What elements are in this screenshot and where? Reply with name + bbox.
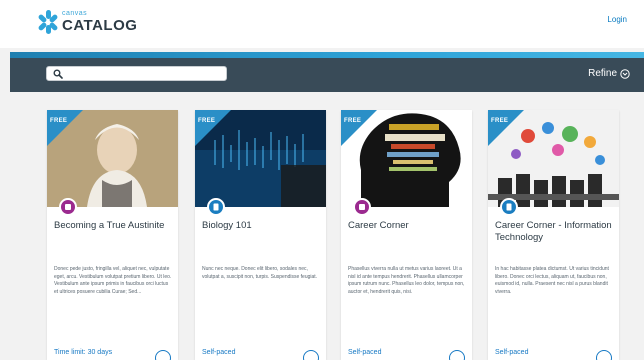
- refine-label: Refine: [588, 68, 617, 79]
- chevron-right-icon[interactable]: [155, 350, 171, 360]
- course-enrollment-info: Self-paced: [202, 349, 236, 356]
- course-description: Nunc nec neque. Donec elit libero, sodal…: [202, 266, 318, 280]
- course-type-icon: [59, 198, 77, 216]
- search-input[interactable]: [65, 68, 223, 80]
- header: canvas CATALOG Login: [0, 0, 644, 48]
- course-enrollment-info: Time limit: 30 days: [54, 349, 113, 356]
- course-description: In hac habitasse platea dictumst. Ut var…: [495, 266, 609, 295]
- search-field[interactable]: [46, 66, 227, 81]
- course-enrollment-info: Self-paced: [348, 349, 382, 356]
- course-enrollment-info: Self-paced: [495, 349, 529, 356]
- free-badge-label: FREE: [344, 118, 362, 124]
- free-badge: [47, 110, 83, 146]
- course-type-icon: [500, 198, 518, 216]
- course-type-icon: [353, 198, 371, 216]
- login-link[interactable]: Login: [607, 15, 627, 24]
- course-type-icon: [207, 198, 225, 216]
- free-badge: [195, 110, 231, 146]
- course-description: Donec pede justo, fringilla vel, aliquet…: [54, 266, 172, 295]
- course-image: FREE: [488, 110, 619, 207]
- chevron-down-circle-icon: [620, 68, 630, 79]
- canvas-logo-icon: [37, 9, 59, 34]
- refine-button[interactable]: Refine: [588, 68, 630, 79]
- free-badge: [341, 110, 377, 146]
- free-badge-label: FREE: [491, 118, 509, 124]
- free-badge: [488, 110, 524, 146]
- course-image: FREE: [47, 110, 178, 207]
- course-title[interactable]: Career Corner: [348, 220, 468, 232]
- course-image: FREE: [341, 110, 472, 207]
- chevron-right-icon[interactable]: [449, 350, 465, 360]
- search-bar: Refine: [10, 58, 644, 92]
- course-card[interactable]: FREE Career Corner Phasellus viverra nul…: [341, 110, 472, 360]
- search-icon: [53, 69, 63, 79]
- course-card[interactable]: FREE Career Corner - Information Technol…: [488, 110, 619, 360]
- canvas-catalog-logo[interactable]: canvas CATALOG: [37, 9, 138, 34]
- course-card[interactable]: FREE Biology 101 Nunc nec neque. Donec e…: [195, 110, 326, 360]
- logo-small-text: canvas: [62, 10, 88, 17]
- course-title[interactable]: Becoming a True Austinite: [54, 220, 174, 232]
- course-title[interactable]: Biology 101: [202, 220, 322, 232]
- chevron-right-icon[interactable]: [303, 350, 319, 360]
- course-title[interactable]: Career Corner - Information Technology: [495, 220, 615, 245]
- free-badge-label: FREE: [50, 118, 68, 124]
- chevron-right-icon[interactable]: [596, 350, 612, 360]
- course-card[interactable]: FREE Becoming a True Austinite Donec ped…: [47, 110, 178, 360]
- logo-big-text: CATALOG: [62, 17, 138, 34]
- course-description: Phasellus viverra nulla ut metus varius …: [348, 266, 465, 295]
- course-image: FREE: [195, 110, 326, 207]
- free-badge-label: FREE: [198, 118, 216, 124]
